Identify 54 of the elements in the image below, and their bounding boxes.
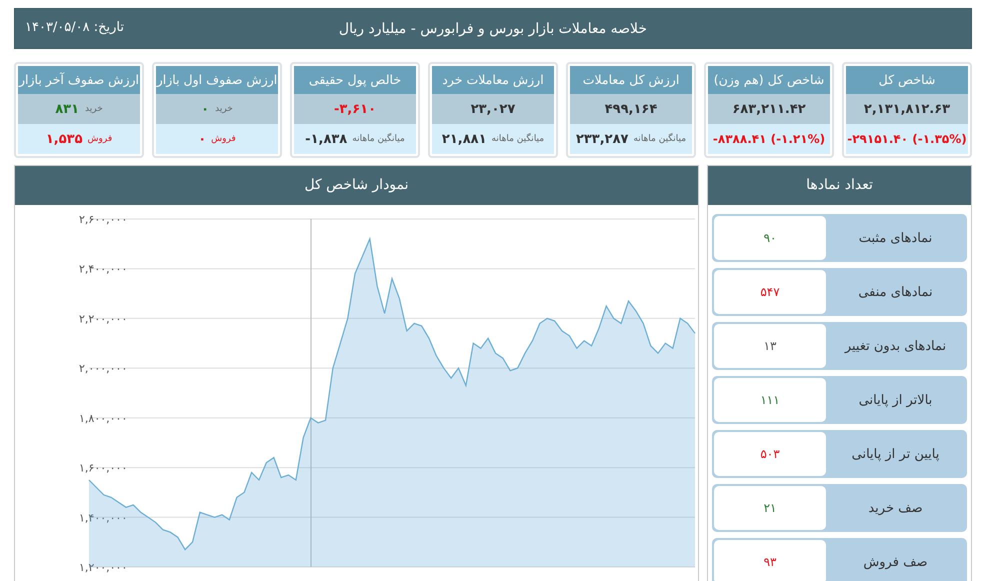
count-value: ۵۰۳ (714, 432, 826, 476)
change-value: -۸۳۸۸.۴۱ (-۱.۲۱%) (708, 124, 830, 154)
count-value: ۹۰ (714, 216, 826, 260)
sell-value: ۱,۵۳۵ (46, 132, 83, 146)
axis-label: ۱,۸۰۰,۰۰۰ (79, 412, 128, 425)
card-title: ارزش معاملات خرد (432, 66, 554, 94)
average-value: ۲۱,۸۸۱ (442, 132, 487, 146)
count-label: نمادهای منفی (857, 284, 934, 300)
axis-label: ۱,۲۰۰,۰۰۰ (79, 561, 128, 574)
card-value: ۲,۱۳۱,۸۱۲.۶۳ (846, 94, 968, 124)
card-value: ۲۳,۰۲۷ (432, 94, 554, 124)
axis-label: ۱,۶۰۰,۰۰۰ (79, 462, 128, 475)
average-value: ۲۳۳,۲۸۷ (576, 132, 628, 146)
card-value: ۶۸۳,۲۱۱.۴۲ (708, 94, 830, 124)
count-value: ۵۴۷ (714, 270, 826, 314)
sell-value: ۰ (198, 132, 206, 146)
average-label: میانگین ماهانه (352, 134, 405, 144)
panel-title: نمودار شاخص کل (15, 166, 698, 205)
count-value: ۲۱ (714, 486, 826, 530)
count-value: ۱۱۱ (714, 378, 826, 422)
buy-label: خرید (85, 104, 103, 114)
axis-label: ۱,۴۰۰,۰۰۰ (79, 511, 128, 524)
change-value: -۲۹۱۵۱.۴۰ (-۱.۳۵%) (846, 124, 968, 154)
buy-value: ۸۳۱ (55, 102, 80, 116)
count-label: صف خرید (867, 500, 924, 516)
axis-label: ۲,۲۰۰,۰۰۰ (79, 312, 128, 326)
sell-label: فروش (88, 134, 112, 144)
panel-title: تعداد نمادها (708, 166, 971, 205)
average-label: میانگین ماهانه (492, 134, 544, 144)
count-label: صف فروش (862, 554, 929, 570)
axis-label: ۲,۰۰۰,۰۰۰ (79, 362, 128, 376)
card-value: ۴۹۹,۱۶۴ (570, 94, 692, 124)
card-title: شاخص کل (هم وزن) (708, 66, 830, 94)
count-label: نمادهای مثبت (858, 230, 934, 246)
axis-label: ۲,۴۰۰,۰۰۰ (79, 262, 128, 276)
page-title: خلاصه معاملات بازار بورس و فرابورس - میلیارد ریال (338, 20, 648, 36)
card-title: ارزش صفوف اول بازار (156, 66, 278, 94)
card-title: شاخص کل (846, 66, 968, 94)
average-label: میانگین ماهانه (633, 134, 686, 144)
card-title: خالص پول حقیقی (294, 66, 416, 94)
count-value: ۱۳ (714, 324, 826, 368)
count-label: پایین تر از پایانی (850, 446, 940, 462)
card-title: ارزش کل معاملات (570, 66, 692, 94)
buy-label: خرید (215, 104, 233, 114)
buy-value: ۰ (201, 102, 210, 116)
count-value: ۹۳ (714, 540, 826, 581)
average-value: -۱,۸۳۸ (305, 132, 348, 146)
count-label: بالاتر از پایانی (858, 392, 934, 408)
sell-label: فروش (211, 134, 236, 144)
count-label: نمادهای بدون تغییر (843, 338, 948, 354)
axis-label: ۲,۶۰۰,۰۰۰ (79, 213, 128, 226)
card-value: -۳,۶۱۰ (294, 94, 416, 124)
date-label: تاریخ: ۱۴۰۳/۰۵/۰۸ (25, 20, 124, 35)
card-title: ارزش صفوف آخر بازار (18, 66, 140, 94)
